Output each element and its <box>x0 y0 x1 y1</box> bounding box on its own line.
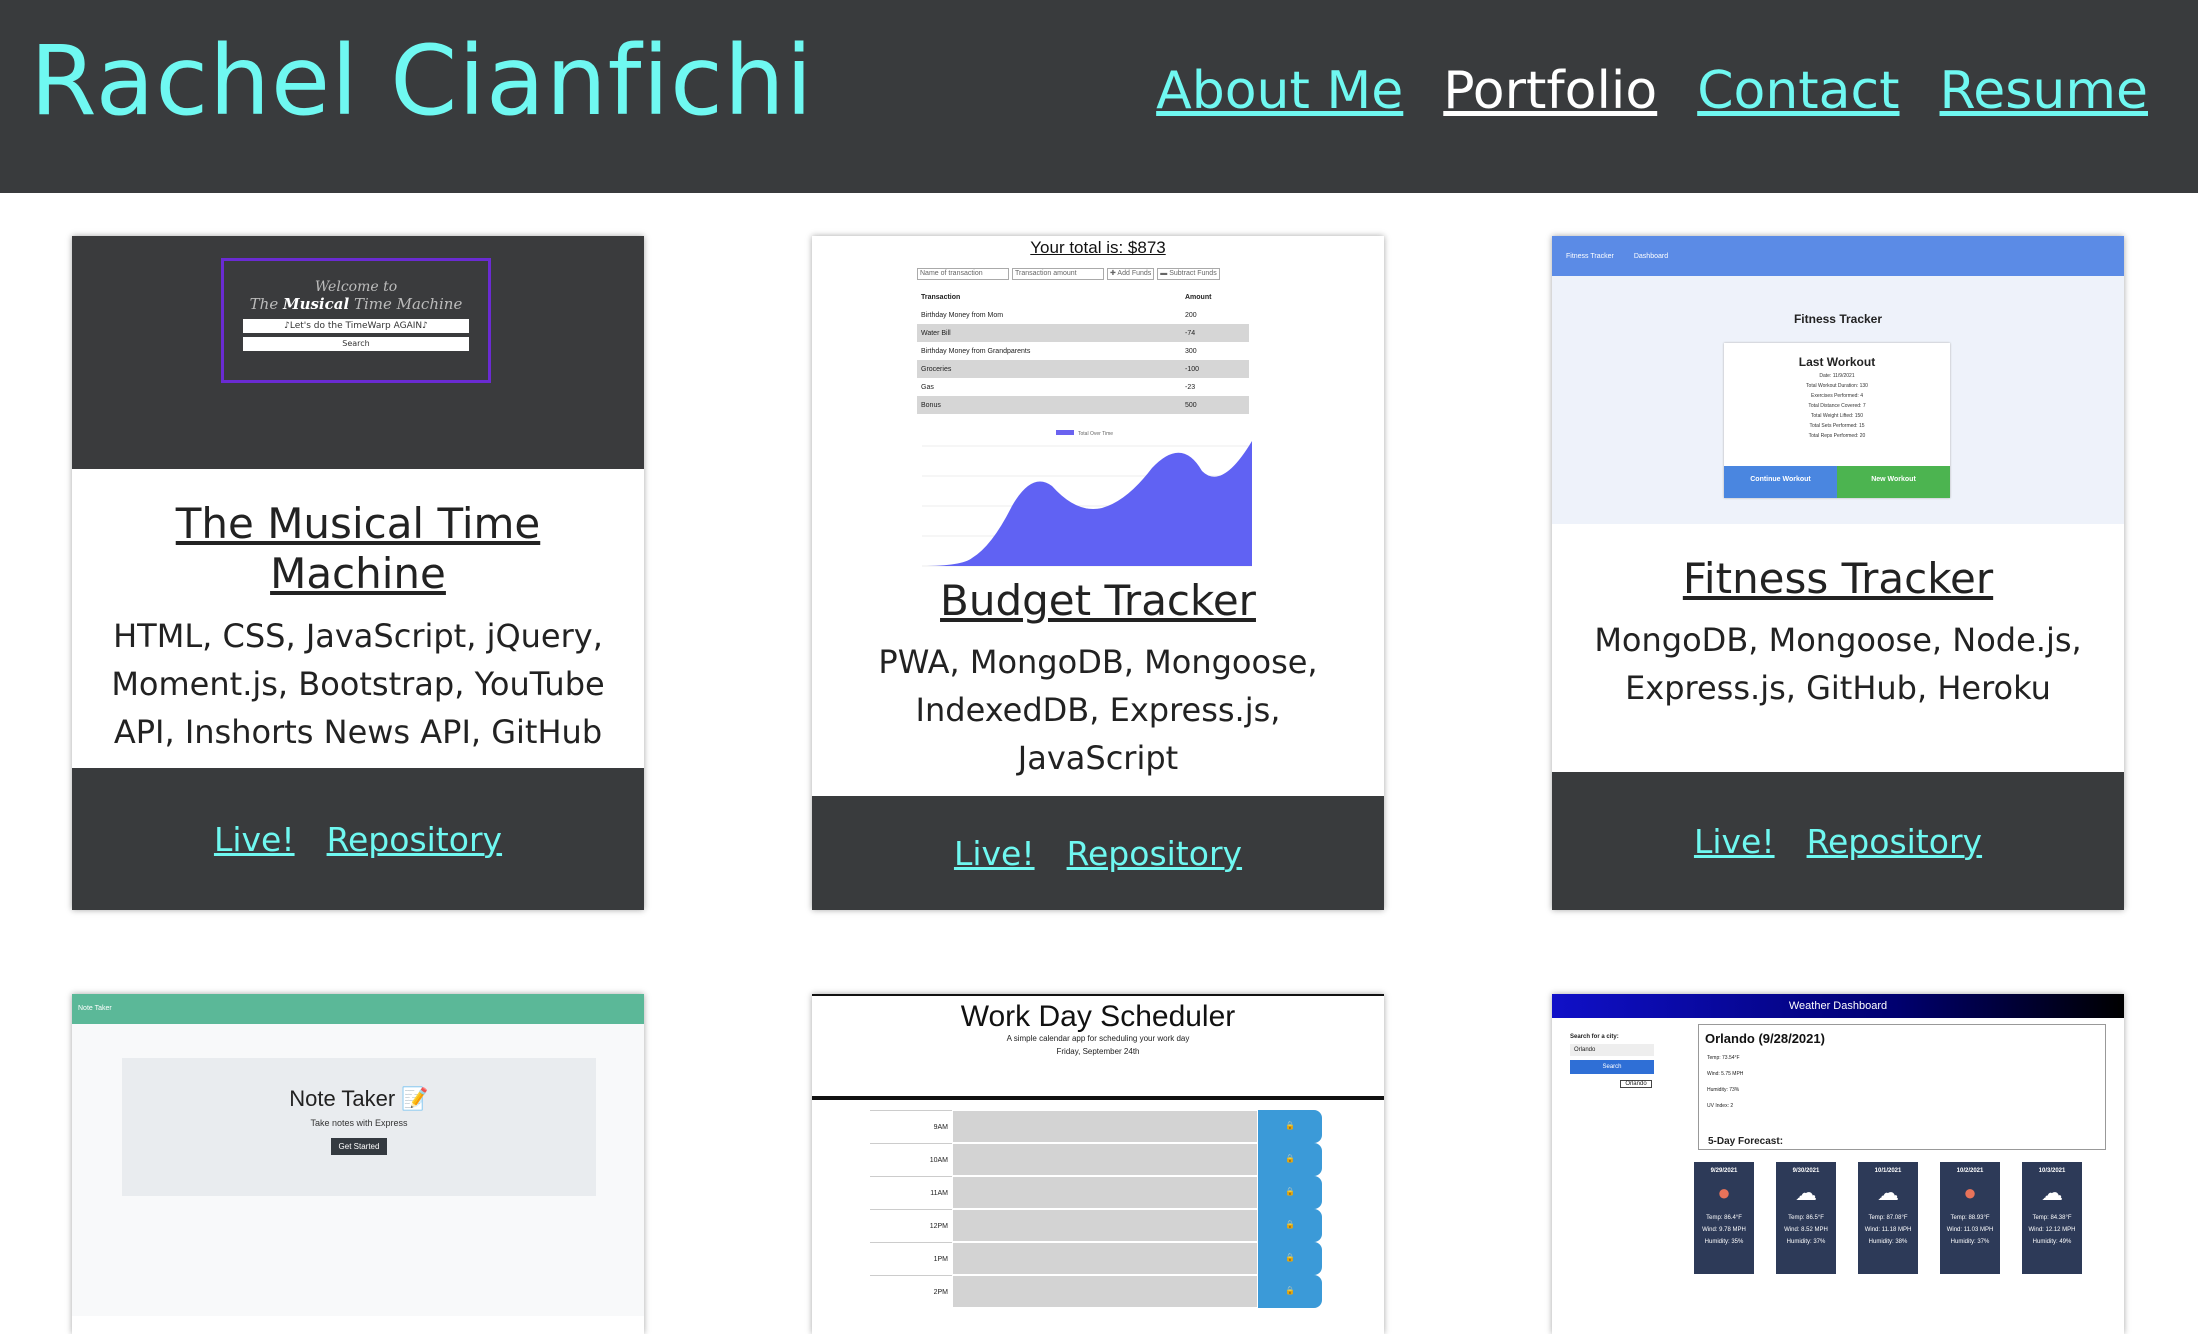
svg-text:Total Over Time: Total Over Time <box>1078 431 1113 437</box>
screenshot-form: Name of transaction Transaction amount ✚… <box>917 268 1220 280</box>
screenshot-search-sidebar: Search for a city: Orlando Search Orland… <box>1570 1034 1654 1088</box>
card-body: The Musical Time Machine HTML, CSS, Java… <box>72 499 644 756</box>
screenshot-header: Work Day Scheduler A simple calendar app… <box>812 994 1384 1100</box>
project-card-weather-dashboard: Weather Dashboard Search for a city: Orl… <box>1552 994 2124 1334</box>
card-footer: Live! Repository <box>72 768 644 910</box>
nav-about-me[interactable]: About Me <box>1156 60 1403 122</box>
nav-portfolio[interactable]: Portfolio <box>1443 60 1657 122</box>
project-tech-list: HTML, CSS, JavaScript, jQuery, Moment.js… <box>111 616 605 751</box>
project-screenshot: Note Taker Note Taker 📝 Take notes with … <box>72 994 644 1316</box>
screenshot-total: Your total is: $873 <box>1030 238 1166 257</box>
nav-resume[interactable]: Resume <box>1940 60 2148 122</box>
site-header: Rachel Cianfichi About Me Portfolio Cont… <box>0 0 2198 193</box>
screenshot-time-blocks: 9AM 🔒 10AM 🔒 11AM 🔒 12PM 🔒 1PM 🔒 2PM 🔒 <box>870 1110 1322 1308</box>
card-footer: Live! Repository <box>1552 772 2124 910</box>
project-card-budget-tracker: Your total is: $873 Name of transaction … <box>812 236 1384 910</box>
screenshot-forecast-title: 5-Day Forecast: <box>1708 1136 1784 1147</box>
project-title-link[interactable]: The Musical Time Machine <box>102 499 614 600</box>
screenshot-navbar: Note Taker <box>72 994 644 1024</box>
screenshot-app-title: The Musical Time Machine <box>249 295 463 313</box>
screenshot-area-chart: Total Over Time <box>922 430 1252 567</box>
screenshot-search-box: Welcome to The Musical Time Machine ♪Let… <box>221 258 491 383</box>
project-screenshot: Your total is: $873 Name of transaction … <box>812 236 1384 576</box>
project-screenshot: Work Day Scheduler A simple calendar app… <box>812 994 1384 1316</box>
project-screenshot: Weather Dashboard Search for a city: Orl… <box>1552 994 2124 1316</box>
project-title-link[interactable]: Budget Tracker <box>842 576 1354 626</box>
project-card-work-day-scheduler: Work Day Scheduler A simple calendar app… <box>812 994 1384 1334</box>
screenshot-workout-panel: Last Workout Date: 11/9/2021 Total Worko… <box>1724 343 1950 498</box>
project-card-fitness-tracker: Fitness Tracker Dashboard Fitness Tracker… <box>1552 236 2124 910</box>
repository-link[interactable]: Repository <box>1067 834 1242 873</box>
live-link[interactable]: Live! <box>954 834 1035 873</box>
project-card-note-taker: Note Taker Note Taker 📝 Take notes with … <box>72 994 644 1334</box>
project-screenshot: Welcome to The Musical Time Machine ♪Let… <box>72 236 644 469</box>
screenshot-input: ♪Let's do the TimeWarp AGAIN♪ <box>243 319 469 333</box>
repository-link[interactable]: Repository <box>327 820 502 859</box>
main-nav: About Me Portfolio Contact Resume <box>1156 60 2148 122</box>
screenshot-transactions-table: Transaction Amount Birthday Money from Mo… <box>917 288 1249 414</box>
card-footer: Live! Repository <box>812 796 1384 910</box>
repository-link[interactable]: Repository <box>1807 822 1982 861</box>
project-card-musical-time-machine: Welcome to The Musical Time Machine ♪Let… <box>72 236 644 910</box>
screenshot-heading: Fitness Tracker <box>1793 312 1883 326</box>
screenshot-current-weather: Orlando (9/28/2021) Temp: 73.54°F Wind: … <box>1698 1024 2106 1150</box>
screenshot-welcome-text: Welcome to <box>314 279 398 295</box>
nav-contact[interactable]: Contact <box>1697 60 1899 122</box>
screenshot-navbar: Weather Dashboard <box>1552 994 2124 1018</box>
screenshot-forecast: 9/29/2021 ● Temp: 86.4°F Wind: 9.78 MPH Humi… <box>1694 1162 2082 1274</box>
screenshot-search-button: Search <box>243 337 469 351</box>
project-title-link[interactable]: Fitness Tracker <box>1582 554 2094 604</box>
project-screenshot: Fitness Tracker Dashboard Fitness Tracker… <box>1552 236 2124 524</box>
screenshot-navbar: Fitness Tracker Dashboard <box>1552 236 2124 276</box>
screenshot-jumbotron: Note Taker 📝 Take notes with Express Get… <box>122 1058 596 1196</box>
card-body: Budget Tracker PWA, MongoDB, Mongoose, I… <box>812 576 1384 782</box>
project-tech-list: MongoDB, Mongoose, Node.js, Express.js, … <box>1594 621 2082 708</box>
site-name: Rachel Cianfichi <box>30 25 814 137</box>
live-link[interactable]: Live! <box>1694 822 1775 861</box>
project-tech-list: PWA, MongoDB, Mongoose, IndexedDB, Expre… <box>878 643 1318 778</box>
card-body: Fitness Tracker MongoDB, Mongoose, Node.… <box>1552 554 2124 712</box>
live-link[interactable]: Live! <box>214 820 295 859</box>
